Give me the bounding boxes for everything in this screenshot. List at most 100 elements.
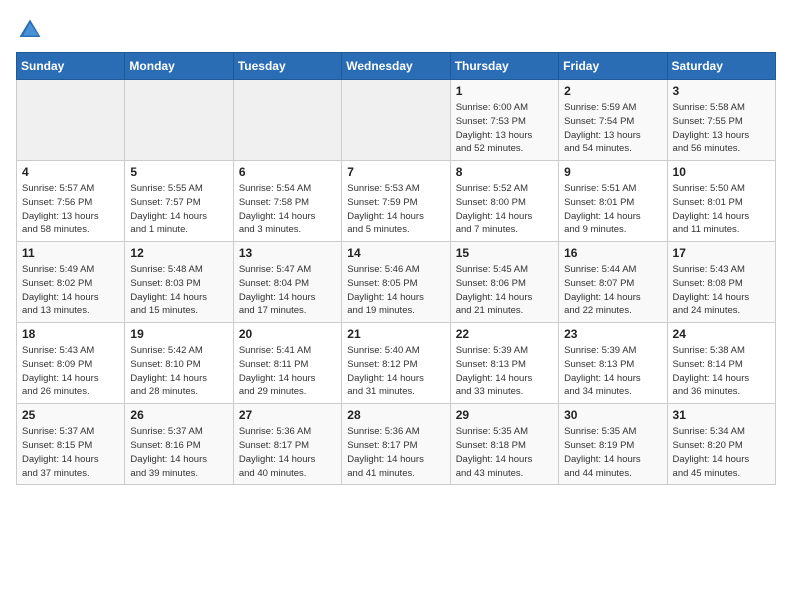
calendar-cell: 2 Sunrise: 5:59 AMSunset: 7:54 PMDaylight…: [559, 80, 667, 161]
day-info: Sunrise: 5:38 AMSunset: 8:14 PMDaylight:…: [673, 344, 770, 399]
calendar-cell: 26 Sunrise: 5:37 AMSunset: 8:16 PMDayligh…: [125, 404, 233, 485]
weekday-header-wednesday: Wednesday: [342, 53, 450, 80]
calendar-cell: 28Sunrise: 5:36 AMSunset: 8:17 PMDayligh…: [342, 404, 450, 485]
calendar-cell: 30Sunrise: 5:35 AMSunset: 8:19 PMDayligh…: [559, 404, 667, 485]
calendar-cell: 31 Sunrise: 5:34 AMSunset: 8:20 PMDayligh…: [667, 404, 775, 485]
day-number: 26: [130, 408, 227, 422]
calendar-body: 1 Sunrise: 6:00 AMSunset: 7:53 PMDaylight…: [17, 80, 776, 485]
day-number: 5: [130, 165, 227, 179]
day-info: Sunrise: 5:43 AMSunset: 8:08 PMDaylight:…: [673, 263, 770, 318]
day-info: Sunrise: 5:36 AMSunset: 8:17 PMDaylight:…: [239, 425, 336, 480]
day-info: Sunrise: 5:50 AMSunset: 8:01 PMDaylight:…: [673, 182, 770, 237]
day-number: 13: [239, 246, 336, 260]
day-number: 6: [239, 165, 336, 179]
day-number: 16: [564, 246, 661, 260]
calendar-cell: 3 Sunrise: 5:58 AMSunset: 7:55 PMDaylight…: [667, 80, 775, 161]
day-number: 9: [564, 165, 661, 179]
calendar-cell: 7 Sunrise: 5:53 AMSunset: 7:59 PMDaylight…: [342, 161, 450, 242]
day-number: 1: [456, 84, 553, 98]
day-number: 3: [673, 84, 770, 98]
day-info: Sunrise: 5:54 AMSunset: 7:58 PMDaylight:…: [239, 182, 336, 237]
day-number: 29: [456, 408, 553, 422]
calendar-cell: 8Sunrise: 5:52 AMSunset: 8:00 PMDaylight…: [450, 161, 558, 242]
day-number: 25: [22, 408, 119, 422]
day-info: Sunrise: 5:53 AMSunset: 7:59 PMDaylight:…: [347, 182, 444, 237]
day-number: 12: [130, 246, 227, 260]
weekday-header-saturday: Saturday: [667, 53, 775, 80]
day-number: 31: [673, 408, 770, 422]
day-info: Sunrise: 5:59 AMSunset: 7:54 PMDaylight:…: [564, 101, 661, 156]
calendar-cell: 11 Sunrise: 5:49 AMSunset: 8:02 PMDayligh…: [17, 242, 125, 323]
calendar-cell: 23 Sunrise: 5:39 AMSunset: 8:13 PMDayligh…: [559, 323, 667, 404]
day-info: Sunrise: 5:34 AMSunset: 8:20 PMDaylight:…: [673, 425, 770, 480]
calendar-week-3: 11 Sunrise: 5:49 AMSunset: 8:02 PMDayligh…: [17, 242, 776, 323]
day-info: Sunrise: 5:44 AMSunset: 8:07 PMDaylight:…: [564, 263, 661, 318]
calendar-week-2: 4 Sunrise: 5:57 AMSunset: 7:56 PMDaylight…: [17, 161, 776, 242]
calendar-cell: 19 Sunrise: 5:42 AMSunset: 8:10 PMDayligh…: [125, 323, 233, 404]
calendar-cell: 22 Sunrise: 5:39 AMSunset: 8:13 PMDayligh…: [450, 323, 558, 404]
weekday-header-friday: Friday: [559, 53, 667, 80]
calendar-week-4: 18 Sunrise: 5:43 AMSunset: 8:09 PMDayligh…: [17, 323, 776, 404]
calendar-cell: 27 Sunrise: 5:36 AMSunset: 8:17 PMDayligh…: [233, 404, 341, 485]
calendar-cell: 25Sunrise: 5:37 AMSunset: 8:15 PMDayligh…: [17, 404, 125, 485]
day-info: Sunrise: 5:51 AMSunset: 8:01 PMDaylight:…: [564, 182, 661, 237]
day-number: 4: [22, 165, 119, 179]
day-info: Sunrise: 5:42 AMSunset: 8:10 PMDaylight:…: [130, 344, 227, 399]
calendar-cell: [233, 80, 341, 161]
calendar-cell: [125, 80, 233, 161]
day-number: 7: [347, 165, 444, 179]
weekday-header-tuesday: Tuesday: [233, 53, 341, 80]
day-info: Sunrise: 5:55 AMSunset: 7:57 PMDaylight:…: [130, 182, 227, 237]
day-number: 22: [456, 327, 553, 341]
weekday-header-sunday: Sunday: [17, 53, 125, 80]
calendar-cell: 12 Sunrise: 5:48 AMSunset: 8:03 PMDayligh…: [125, 242, 233, 323]
day-info: Sunrise: 5:49 AMSunset: 8:02 PMDaylight:…: [22, 263, 119, 318]
day-number: 14: [347, 246, 444, 260]
calendar-cell: 14Sunrise: 5:46 AMSunset: 8:05 PMDayligh…: [342, 242, 450, 323]
day-info: Sunrise: 5:48 AMSunset: 8:03 PMDaylight:…: [130, 263, 227, 318]
calendar-cell: 17 Sunrise: 5:43 AMSunset: 8:08 PMDayligh…: [667, 242, 775, 323]
day-number: 11: [22, 246, 119, 260]
calendar-table: SundayMondayTuesdayWednesdayThursdayFrid…: [16, 52, 776, 485]
day-number: 8: [456, 165, 553, 179]
day-number: 2: [564, 84, 661, 98]
calendar-cell: 10 Sunrise: 5:50 AMSunset: 8:01 PMDayligh…: [667, 161, 775, 242]
day-number: 18: [22, 327, 119, 341]
day-number: 19: [130, 327, 227, 341]
day-info: Sunrise: 5:58 AMSunset: 7:55 PMDaylight:…: [673, 101, 770, 156]
day-info: Sunrise: 5:37 AMSunset: 8:16 PMDaylight:…: [130, 425, 227, 480]
weekday-row: SundayMondayTuesdayWednesdayThursdayFrid…: [17, 53, 776, 80]
day-info: Sunrise: 5:47 AMSunset: 8:04 PMDaylight:…: [239, 263, 336, 318]
day-number: 10: [673, 165, 770, 179]
day-number: 23: [564, 327, 661, 341]
day-number: 27: [239, 408, 336, 422]
calendar-cell: 9 Sunrise: 5:51 AMSunset: 8:01 PMDaylight…: [559, 161, 667, 242]
day-info: Sunrise: 5:41 AMSunset: 8:11 PMDaylight:…: [239, 344, 336, 399]
calendar-cell: 5 Sunrise: 5:55 AMSunset: 7:57 PMDaylight…: [125, 161, 233, 242]
calendar-cell: 4 Sunrise: 5:57 AMSunset: 7:56 PMDaylight…: [17, 161, 125, 242]
logo: [16, 16, 48, 44]
day-number: 15: [456, 246, 553, 260]
calendar-cell: [17, 80, 125, 161]
day-info: Sunrise: 5:57 AMSunset: 7:56 PMDaylight:…: [22, 182, 119, 237]
calendar-week-5: 25Sunrise: 5:37 AMSunset: 8:15 PMDayligh…: [17, 404, 776, 485]
day-number: 21: [347, 327, 444, 341]
weekday-header-thursday: Thursday: [450, 53, 558, 80]
day-info: Sunrise: 5:45 AMSunset: 8:06 PMDaylight:…: [456, 263, 553, 318]
calendar-cell: [342, 80, 450, 161]
day-number: 30: [564, 408, 661, 422]
day-info: Sunrise: 5:39 AMSunset: 8:13 PMDaylight:…: [564, 344, 661, 399]
calendar-cell: 1 Sunrise: 6:00 AMSunset: 7:53 PMDaylight…: [450, 80, 558, 161]
day-number: 17: [673, 246, 770, 260]
day-info: Sunrise: 5:43 AMSunset: 8:09 PMDaylight:…: [22, 344, 119, 399]
logo-icon: [16, 16, 44, 44]
calendar-cell: 6 Sunrise: 5:54 AMSunset: 7:58 PMDaylight…: [233, 161, 341, 242]
day-info: Sunrise: 5:39 AMSunset: 8:13 PMDaylight:…: [456, 344, 553, 399]
calendar-cell: 20Sunrise: 5:41 AMSunset: 8:11 PMDayligh…: [233, 323, 341, 404]
calendar-header: SundayMondayTuesdayWednesdayThursdayFrid…: [17, 53, 776, 80]
day-info: Sunrise: 5:35 AMSunset: 8:18 PMDaylight:…: [456, 425, 553, 480]
calendar-cell: 16 Sunrise: 5:44 AMSunset: 8:07 PMDayligh…: [559, 242, 667, 323]
calendar-week-1: 1 Sunrise: 6:00 AMSunset: 7:53 PMDaylight…: [17, 80, 776, 161]
calendar-cell: 29 Sunrise: 5:35 AMSunset: 8:18 PMDayligh…: [450, 404, 558, 485]
day-info: Sunrise: 6:00 AMSunset: 7:53 PMDaylight:…: [456, 101, 553, 156]
